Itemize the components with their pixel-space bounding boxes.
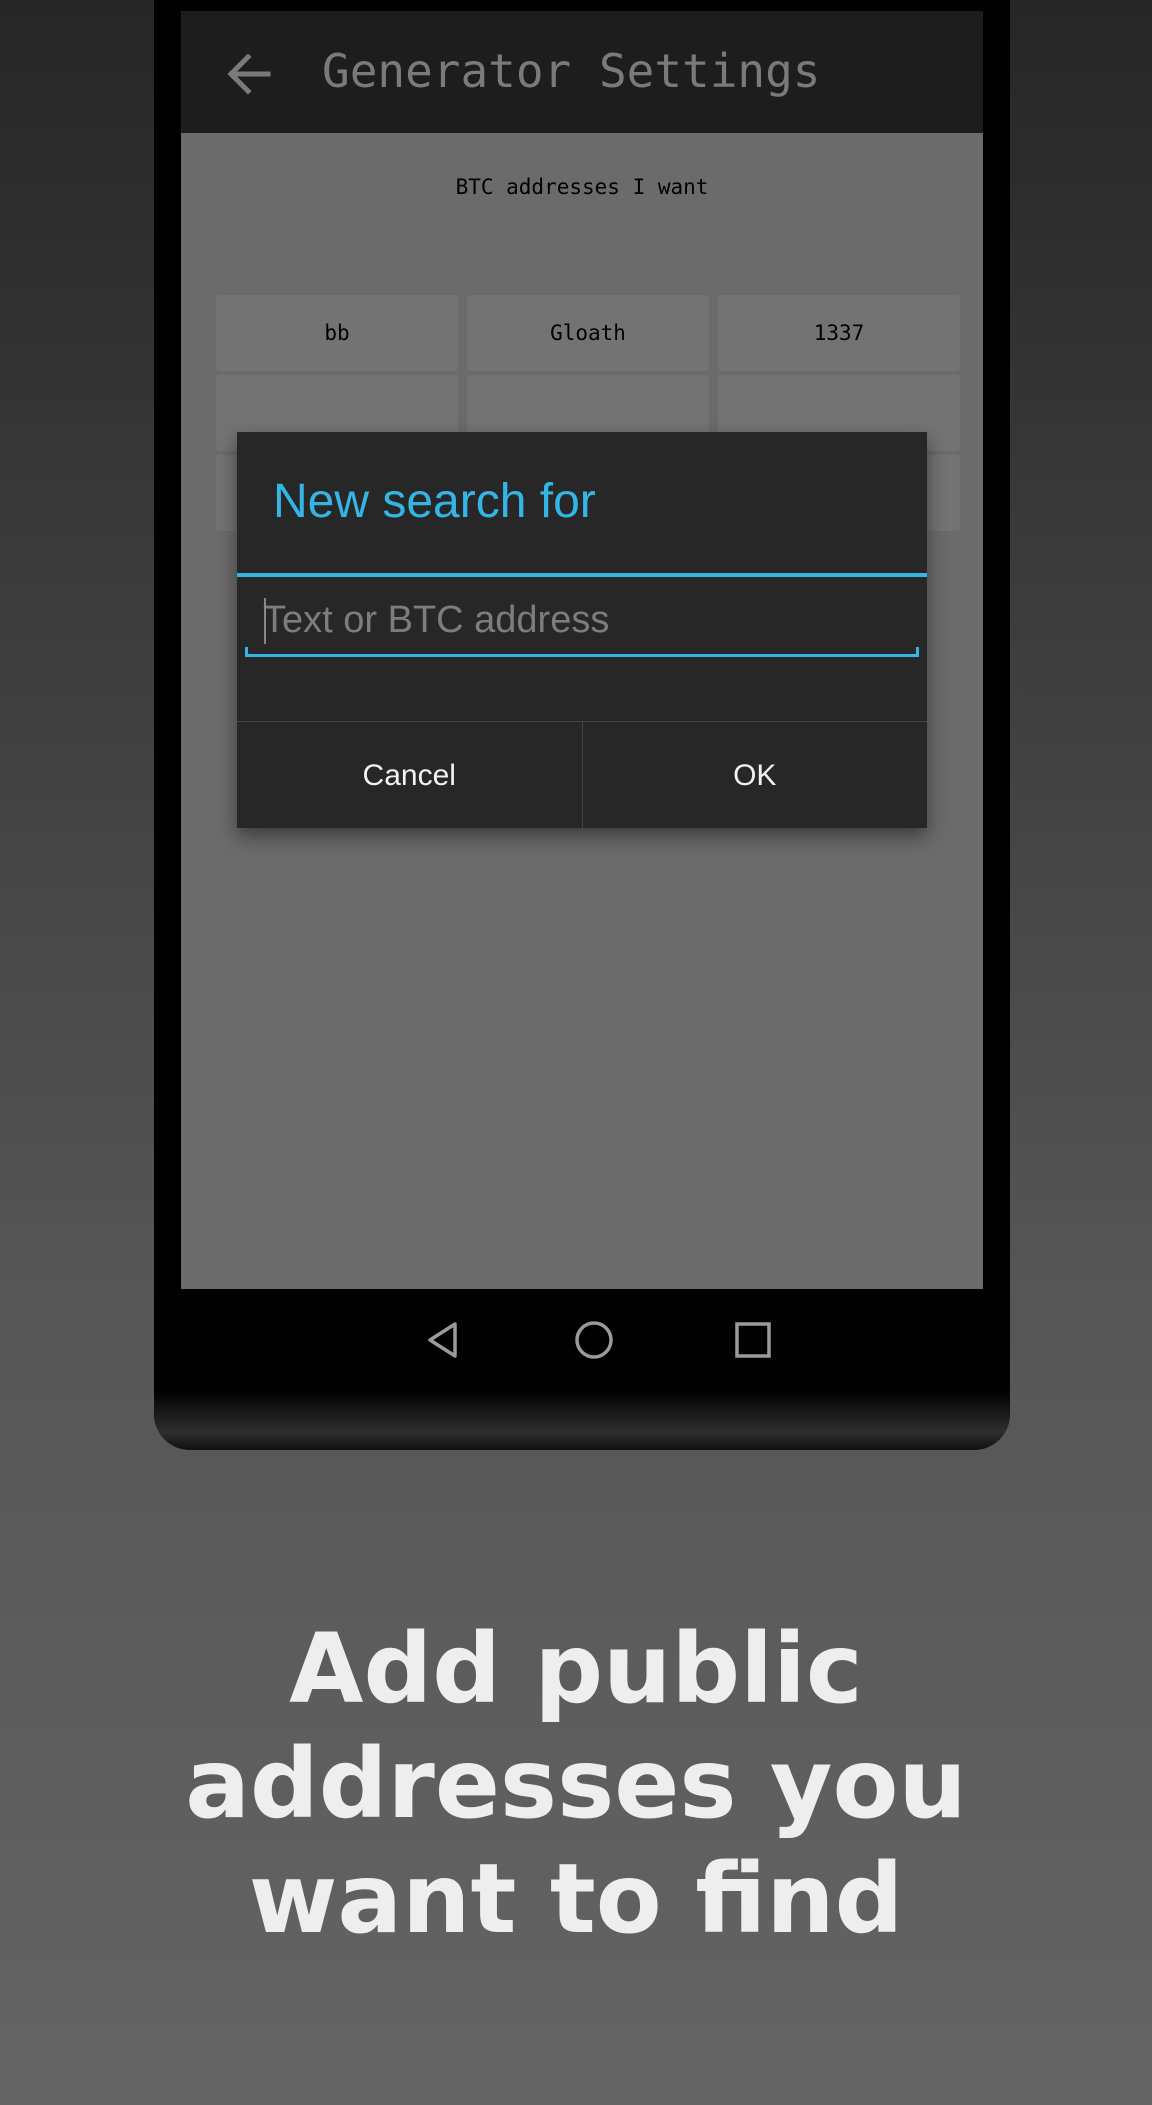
caption-line: want to find bbox=[248, 1843, 904, 1955]
recents-square-icon[interactable] bbox=[713, 1289, 793, 1390]
input-underline-left-tick bbox=[245, 647, 248, 657]
arrow-left-icon[interactable] bbox=[226, 51, 272, 97]
input-underline-right-tick bbox=[916, 647, 919, 657]
app-screen: Generator Settings BTC addresses I want … bbox=[181, 11, 983, 1289]
page-title: Generator Settings bbox=[322, 44, 821, 98]
ok-button[interactable]: OK bbox=[581, 722, 928, 829]
input-underline bbox=[245, 654, 919, 657]
cancel-button[interactable]: Cancel bbox=[237, 722, 582, 829]
phone-frame: Generator Settings BTC addresses I want … bbox=[154, 0, 1010, 1450]
section-title: BTC addresses I want bbox=[455, 175, 709, 199]
promo-caption: Add public addresses you want to find bbox=[0, 1612, 1152, 1957]
address-cell[interactable]: Gloath bbox=[467, 295, 709, 371]
back-triangle-icon[interactable] bbox=[403, 1289, 483, 1390]
app-bar: Generator Settings bbox=[181, 11, 983, 133]
caption-line: Add public bbox=[289, 1613, 863, 1725]
new-search-dialog: New search for Cancel OK bbox=[237, 432, 927, 829]
dialog-title: New search for bbox=[273, 475, 596, 528]
caption-line: addresses you bbox=[185, 1728, 967, 1840]
dialog-title-divider bbox=[237, 573, 927, 577]
search-input-container bbox=[245, 587, 919, 657]
search-input[interactable] bbox=[245, 587, 919, 653]
phone-chin bbox=[154, 1390, 1010, 1450]
system-nav-bar bbox=[181, 1289, 983, 1390]
address-cell[interactable]: 1337 bbox=[718, 295, 960, 371]
address-cell[interactable]: bb bbox=[216, 295, 458, 371]
dialog-button-bar: Cancel OK bbox=[237, 721, 927, 829]
home-circle-icon[interactable] bbox=[554, 1289, 634, 1390]
text-caret bbox=[264, 598, 266, 644]
